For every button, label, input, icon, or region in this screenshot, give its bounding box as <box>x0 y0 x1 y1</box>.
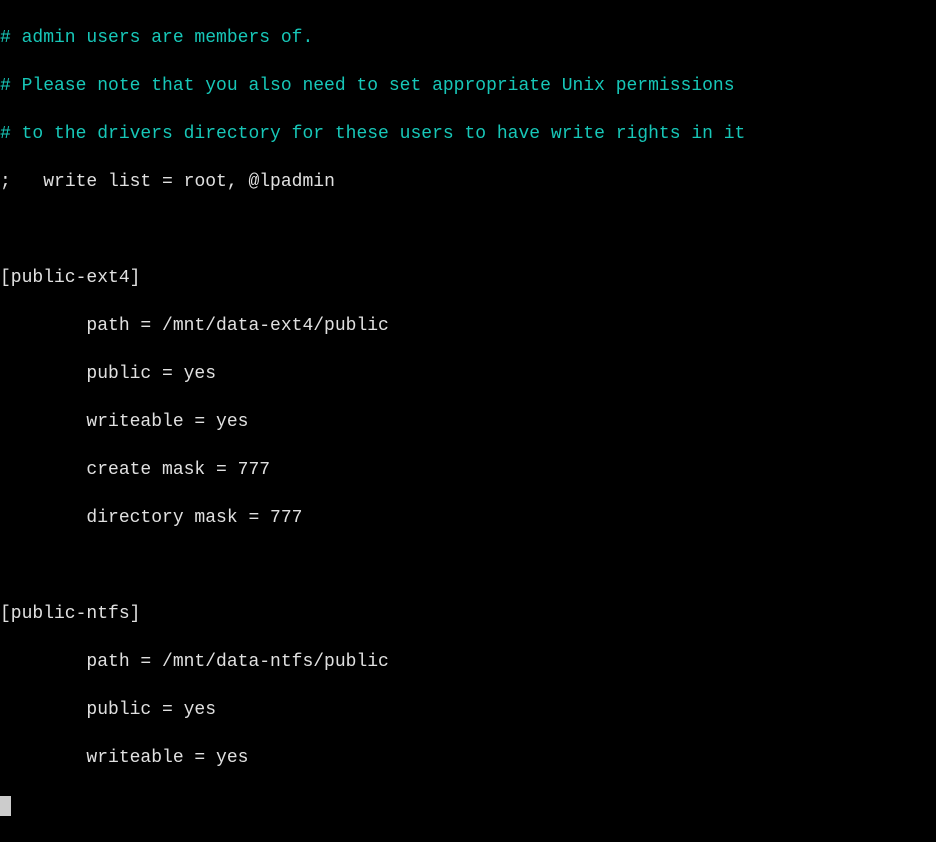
comment-line: # admin users are members of. <box>0 28 313 48</box>
config-line: create mask = 777 <box>0 460 270 480</box>
cursor <box>0 796 11 816</box>
config-line-prefix: ; <box>0 172 11 192</box>
config-line: path = /mnt/data-ntfs/public <box>0 652 389 672</box>
config-line: path = /mnt/data-ext4/public <box>0 316 389 336</box>
config-line: directory mask = 777 <box>0 508 302 528</box>
section-header: [public-ext4] <box>0 268 140 288</box>
terminal-editor[interactable]: # admin users are members of. # Please n… <box>0 2 936 560</box>
comment-line: # Please note that you also need to set … <box>0 76 735 96</box>
comment-line: # to the drivers directory for these use… <box>0 124 745 144</box>
config-line: write list = root, @lpadmin <box>11 172 335 192</box>
section-header: [public-ntfs] <box>0 604 140 624</box>
config-line: public = yes <box>0 700 216 720</box>
config-line: writeable = yes <box>0 748 248 768</box>
config-line: public = yes <box>0 364 216 384</box>
config-line: writeable = yes <box>0 412 248 432</box>
